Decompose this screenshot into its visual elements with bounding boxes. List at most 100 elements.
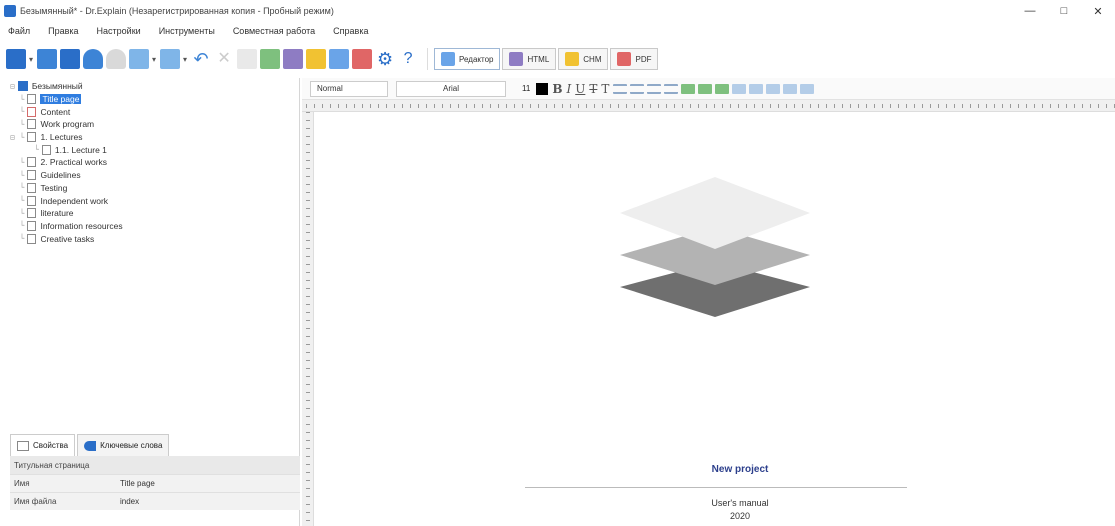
export-word-icon[interactable] [329,49,350,69]
delete-icon[interactable]: ✕ [214,49,234,69]
underline-icon[interactable]: U [575,82,585,96]
font-family-select[interactable]: Arial [396,80,506,97]
tab-label: Ключевые слова [100,441,163,450]
page-icon [27,157,37,168]
menu-help[interactable]: Справка [333,26,368,36]
superscript-icon[interactable]: T [601,82,609,96]
editor-canvas[interactable]: New project User's manual 2020 [315,112,1115,526]
tab-label: PDF [635,54,652,64]
tab-label: Редактор [459,54,494,64]
bold-icon[interactable]: B [552,82,562,96]
tree-connector: └ [10,107,25,117]
gear-icon[interactable]: ⚙ [375,49,395,69]
tree-connector: └ [10,221,25,231]
tree-item[interactable]: └ literature [10,207,296,220]
properties-table: Титульная страница Имя Title page Имя фа… [10,456,300,510]
align-justify-icon[interactable] [664,83,679,94]
tab-chm[interactable]: CHM [558,48,609,70]
image-icon[interactable] [698,83,713,94]
help-icon[interactable]: ? [398,49,418,69]
properties-tabs: Свойства Ключевые слова [10,432,171,456]
tree-connector: └ [10,94,25,104]
tree-item[interactable]: └ Content [10,105,296,118]
tab-properties[interactable]: Свойства [10,434,76,456]
property-value[interactable]: index [120,497,139,506]
document-year: 2020 [729,511,751,521]
tree-item[interactable]: └ Information resources [10,220,296,233]
open-project-icon[interactable] [37,49,58,69]
page-icon [27,132,37,143]
tab-editor[interactable]: Редактор [434,48,501,70]
property-key: Имя [14,479,30,488]
export-pdf-icon[interactable] [352,49,373,69]
insert-object-icon[interactable] [715,83,730,94]
paragraph-style-select[interactable]: Normal [310,80,388,97]
export-html-icon[interactable] [283,49,304,69]
dropdown-arrow-icon[interactable]: ▾ [29,55,33,64]
maximize-button[interactable]: □ [1047,0,1081,22]
italic-icon[interactable]: I [566,82,571,96]
vertical-ruler[interactable] [302,112,314,526]
new-project-icon[interactable] [6,49,26,69]
tree-item[interactable]: └ Title page [10,93,296,106]
properties-row[interactable]: Имя файла index [10,492,300,510]
align-center-icon[interactable] [630,83,645,94]
indent-icon[interactable] [783,83,798,94]
export-chm-icon[interactable] [306,49,327,69]
tree-item[interactable]: └ Work program [10,118,296,131]
menu-file[interactable]: Файл [8,26,30,36]
tree-item[interactable]: └ Creative tasks [10,232,296,245]
tab-keywords[interactable]: Ключевые слова [77,434,170,456]
paste-icon[interactable] [237,49,258,69]
cloud-download-icon[interactable] [106,49,127,69]
special-char-icon[interactable] [800,83,815,94]
title-bar: Безымянный* - Dr.Explain (Незарегистриро… [0,0,1115,22]
property-value[interactable]: Title page [120,479,155,488]
properties-row[interactable]: Имя Title page [10,474,300,492]
strikethrough-icon[interactable]: T [589,82,597,96]
tree-connector: └ [10,196,25,206]
tab-label: HTML [527,54,550,64]
page-icon [41,144,51,155]
add-topic-icon[interactable] [129,49,150,69]
tree-connector: └ [10,145,39,155]
tree-item[interactable]: └ 2. Practical works [10,156,296,169]
tree-root[interactable]: ⊟ Безымянный [10,80,296,93]
undo-icon[interactable]: ↶ [191,49,211,69]
menu-settings[interactable]: Настройки [97,26,141,36]
text-color-icon[interactable] [536,82,549,95]
page-icon [27,170,37,181]
align-left-icon[interactable] [613,83,628,94]
minimize-button[interactable]: — [1013,0,1047,22]
tree-item[interactable]: └ Guidelines [10,169,296,182]
align-right-icon[interactable] [647,83,662,94]
cloud-upload-icon[interactable] [83,49,104,69]
dropdown-arrow-icon[interactable]: ▾ [152,55,156,64]
tree-item[interactable]: └ 1.1. Lecture 1 [10,143,296,156]
menu-edit[interactable]: Правка [48,26,78,36]
tree-item[interactable]: ⊟ └ 1. Lectures [10,131,296,144]
window-controls: — □ ✕ [1013,0,1115,22]
save-icon[interactable] [60,49,81,69]
numbered-list-icon[interactable] [766,83,781,94]
table-icon[interactable] [732,83,747,94]
tree-item[interactable]: └ Testing [10,182,296,195]
tree-item-label: 1. Lectures [40,132,83,143]
tree-item[interactable]: └ Independent work [10,194,296,207]
link-icon[interactable] [681,83,696,94]
dropdown-arrow-icon[interactable]: ▾ [183,55,187,64]
tab-html[interactable]: HTML [502,48,557,70]
capture-icon[interactable] [260,49,281,69]
horizontal-ruler[interactable] [302,100,1115,112]
tree-item-label: Guidelines [40,170,81,181]
menu-tools[interactable]: Инструменты [159,26,215,36]
menu-collaboration[interactable]: Совместная работа [233,26,315,36]
tab-pdf[interactable]: PDF [610,48,659,70]
layer-top [620,177,810,249]
bullet-list-icon[interactable] [749,83,764,94]
tree-item-label: Testing [40,182,68,193]
close-button[interactable]: ✕ [1081,0,1115,22]
pdf-icon [617,52,632,66]
add-child-topic-icon[interactable] [160,49,181,69]
font-size-select[interactable]: 11 [522,84,530,93]
